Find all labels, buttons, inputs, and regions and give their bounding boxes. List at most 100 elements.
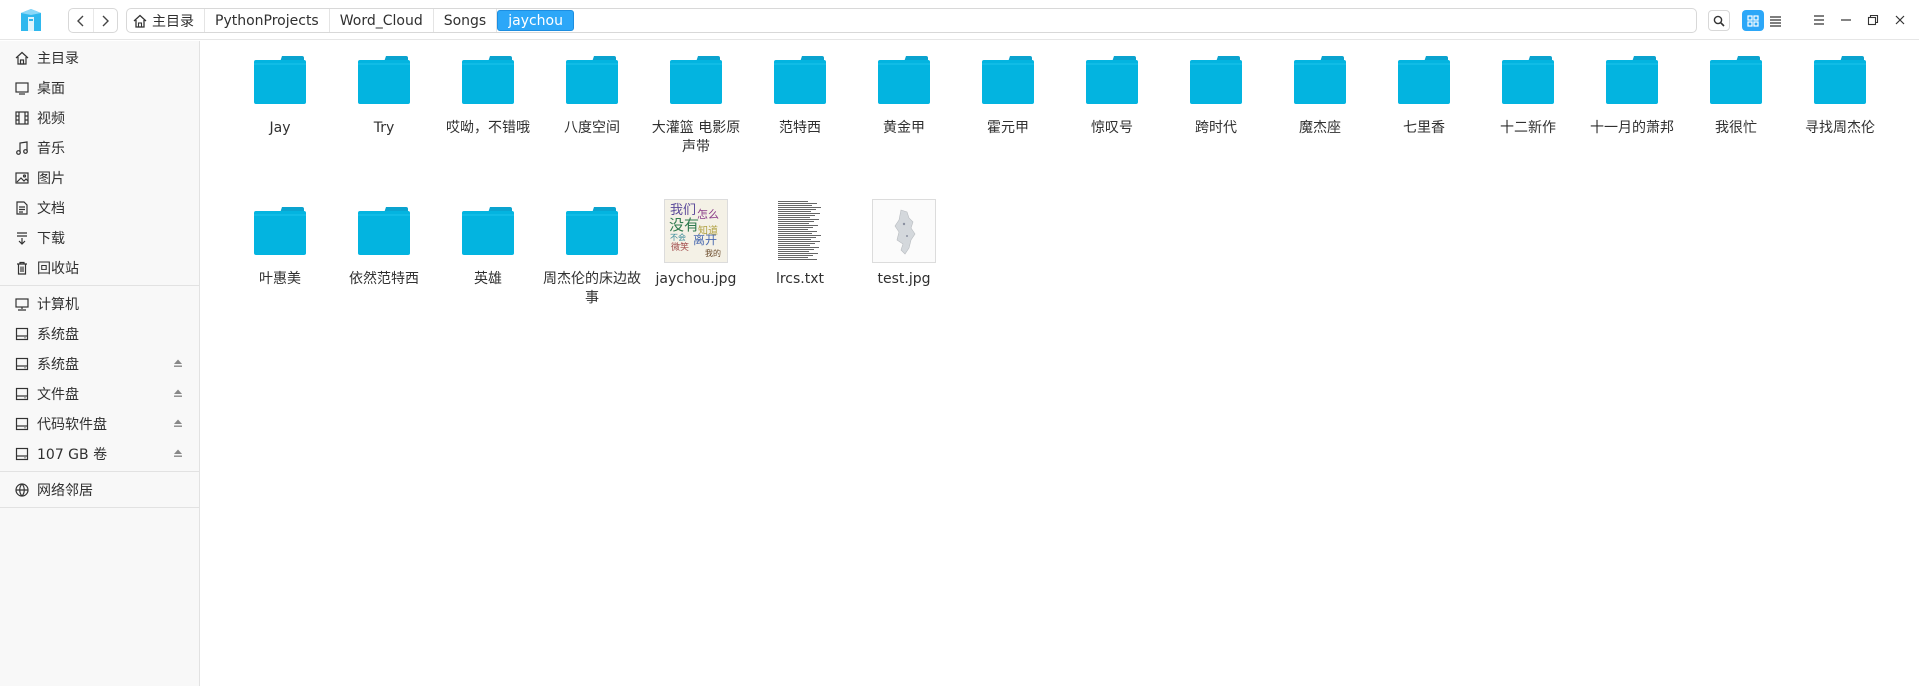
- file-thumbnail: [436, 196, 540, 266]
- file-view[interactable]: Jay Try 哎呦，不错哦 八度空间 大灌篮 电影原声带 范特西 黄金甲 霍元…: [201, 41, 1919, 686]
- eject-icon[interactable]: [173, 418, 183, 428]
- file-name: 惊叹号: [1091, 120, 1133, 136]
- sidebar-item[interactable]: 回收站: [0, 253, 199, 283]
- sidebar-devices: 计算机 系统盘 系统盘 文件盘 代码软件盘 107 GB 卷: [0, 289, 199, 469]
- file-name: 我很忙: [1715, 120, 1757, 136]
- sidebar-item[interactable]: 文档: [0, 193, 199, 223]
- file-thumbnail: [1164, 45, 1268, 115]
- sidebar-item[interactable]: 系统盘: [0, 349, 199, 379]
- folder-item[interactable]: 我很忙: [1684, 45, 1788, 138]
- home-icon: [15, 51, 29, 65]
- sidebar-item-label: 桌面: [37, 81, 65, 97]
- file-name: 十一月的萧邦: [1590, 120, 1674, 136]
- file-name: jaychou.jpg: [655, 271, 737, 287]
- sidebar-item-label: 音乐: [37, 141, 65, 157]
- file-thumbnail: [748, 196, 852, 266]
- folder-item[interactable]: 十二新作: [1476, 45, 1580, 138]
- sidebar-item[interactable]: 代码软件盘: [0, 409, 199, 439]
- folder-item[interactable]: 依然范特西: [332, 196, 436, 289]
- folder-item[interactable]: 黄金甲: [852, 45, 956, 138]
- sidebar-item[interactable]: 主目录: [0, 43, 199, 73]
- file-thumbnail: 我们 怎么 没有 知道 离开 微笑 不会 我的: [644, 196, 748, 266]
- sidebar-item[interactable]: 下载: [0, 223, 199, 253]
- folder-icon: [462, 207, 514, 255]
- disk-icon: [15, 447, 29, 461]
- folder-item[interactable]: 惊叹号: [1060, 45, 1164, 138]
- eject-icon[interactable]: [173, 448, 183, 458]
- file-item[interactable]: lrcs.txt: [748, 196, 852, 289]
- folder-item[interactable]: Try: [332, 45, 436, 138]
- sidebar-item[interactable]: 视频: [0, 103, 199, 133]
- sidebar-item[interactable]: 计算机: [0, 289, 199, 319]
- folder-item[interactable]: 八度空间: [540, 45, 644, 138]
- view-mode-switch: [1742, 10, 1786, 31]
- breadcrumb-pythonprojects[interactable]: PythonProjects: [205, 9, 330, 32]
- folder-item[interactable]: 霍元甲: [956, 45, 1060, 138]
- sidebar-item[interactable]: 文件盘: [0, 379, 199, 409]
- list-view-button[interactable]: [1764, 10, 1786, 31]
- search-button[interactable]: [1708, 10, 1730, 31]
- breadcrumb-label: Songs: [443, 12, 487, 29]
- wordcloud-word: 我的: [705, 248, 721, 258]
- breadcrumb-songs[interactable]: Songs: [434, 9, 498, 32]
- folder-item[interactable]: 七里香: [1372, 45, 1476, 138]
- wordcloud-word: 不会: [670, 232, 686, 242]
- breadcrumb-label: PythonProjects: [215, 12, 319, 29]
- file-name: 周杰伦的床边故事: [543, 271, 641, 306]
- sidebar-item[interactable]: 图片: [0, 163, 199, 193]
- breadcrumb-word-cloud[interactable]: Word_Cloud: [330, 9, 434, 32]
- icon-view-button[interactable]: [1742, 10, 1764, 31]
- file-name: lrcs.txt: [775, 271, 825, 287]
- sidebar-item-label: 主目录: [37, 51, 79, 67]
- file-name: 八度空间: [564, 120, 620, 136]
- folder-item[interactable]: 十一月的萧邦: [1580, 45, 1684, 138]
- eject-icon[interactable]: [173, 388, 183, 398]
- file-thumbnail: [1060, 45, 1164, 115]
- folder-item[interactable]: 哎呦，不错哦: [436, 45, 540, 138]
- sidebar-places: 主目录桌面视频音乐图片文档下载 回收站: [0, 43, 199, 283]
- minimize-button[interactable]: [1835, 9, 1857, 31]
- folder-item[interactable]: Jay: [228, 45, 332, 138]
- folder-item[interactable]: 跨时代: [1164, 45, 1268, 138]
- file-item[interactable]: 我们 怎么 没有 知道 离开 微笑 不会 我的 jaychou.jpg: [644, 196, 748, 289]
- file-thumbnail: [540, 45, 644, 115]
- breadcrumb-jaychou[interactable]: jaychou: [497, 10, 574, 31]
- sidebar-item-label: 视频: [37, 111, 65, 127]
- sidebar-item-label: 文档: [37, 201, 65, 217]
- title-bar: 主目录 PythonProjects Word_Cloud Songs jayc…: [0, 0, 1919, 40]
- trash-icon: [17, 261, 27, 275]
- sidebar-item[interactable]: 网络邻居: [0, 475, 199, 505]
- sidebar-item[interactable]: 桌面: [0, 73, 199, 103]
- breadcrumb-home[interactable]: 主目录: [127, 9, 205, 32]
- hamburger-menu-icon: [1814, 15, 1824, 25]
- folder-item[interactable]: 魔杰座: [1268, 45, 1372, 138]
- folder-item[interactable]: 叶惠美: [228, 196, 332, 289]
- file-name: 叶惠美: [259, 271, 301, 287]
- menu-button[interactable]: [1808, 9, 1830, 31]
- folder-item[interactable]: 英雄: [436, 196, 540, 289]
- file-name: 哎呦，不错哦: [446, 120, 530, 136]
- disk-icon: [15, 327, 29, 341]
- sidebar-network: 网络邻居: [0, 475, 199, 505]
- close-button[interactable]: [1889, 9, 1911, 31]
- search-icon: [1713, 15, 1725, 27]
- download-icon: [17, 232, 27, 245]
- file-name: 英雄: [474, 271, 502, 287]
- file-manager-logo-icon: [21, 9, 41, 31]
- file-item[interactable]: test.jpg: [852, 196, 956, 289]
- file-thumbnail: [1788, 45, 1892, 115]
- folder-item[interactable]: 周杰伦的床边故事: [540, 196, 644, 308]
- sidebar-item[interactable]: 系统盘: [0, 319, 199, 349]
- folder-item[interactable]: 寻找周杰伦: [1788, 45, 1892, 138]
- folder-item[interactable]: 范特西: [748, 45, 852, 138]
- sidebar-item[interactable]: 音乐: [0, 133, 199, 163]
- folder-icon: [462, 56, 514, 104]
- maximize-button[interactable]: [1862, 9, 1884, 31]
- sidebar-item[interactable]: 107 GB 卷: [0, 439, 199, 469]
- folder-item[interactable]: 大灌篮 电影原声带: [644, 45, 748, 157]
- navigation-buttons: [68, 8, 118, 33]
- back-button[interactable]: [69, 9, 93, 32]
- eject-icon[interactable]: [173, 358, 183, 368]
- folder-icon: [1294, 56, 1346, 104]
- forward-button[interactable]: [92, 9, 118, 32]
